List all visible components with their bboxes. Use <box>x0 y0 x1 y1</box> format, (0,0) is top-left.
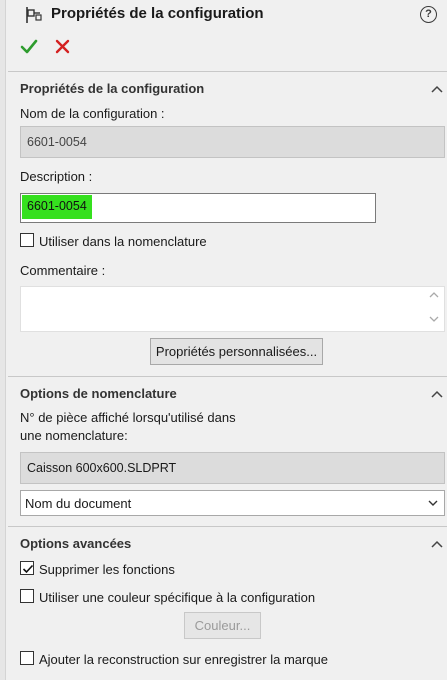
section-divider <box>8 71 447 72</box>
part-number-source-select[interactable]: Nom du document <box>20 490 445 516</box>
ok-checkmark-icon[interactable] <box>20 38 38 56</box>
part-number-field: Caisson 600x600.SLDPRT <box>20 452 445 484</box>
description-input[interactable]: 6601-0054 <box>20 193 376 223</box>
chevron-down-icon <box>428 500 438 506</box>
custom-properties-button[interactable]: Propriétés personnalisées... <box>150 338 323 365</box>
select-value: Nom du document <box>25 496 132 511</box>
config-name-field: 6601-0054 <box>20 126 445 158</box>
panel-title: Propriétés de la configuration <box>51 5 264 22</box>
color-button[interactable]: Couleur... <box>184 612 261 639</box>
add-rebuild-checkbox[interactable] <box>20 651 34 665</box>
left-panel-edge <box>0 0 6 680</box>
help-icon[interactable]: ? <box>420 6 437 23</box>
suppress-features-label: Supprimer les fonctions <box>39 562 175 577</box>
section-divider <box>8 376 447 377</box>
bom-section-title: Options de nomenclature <box>20 386 177 401</box>
comment-textarea[interactable] <box>20 286 445 332</box>
scroll-down-icon[interactable] <box>429 316 439 323</box>
config-name-label: Nom de la configuration : <box>20 106 165 121</box>
add-rebuild-label: Ajouter la reconstruction sur enregistre… <box>39 652 329 667</box>
use-in-bom-checkbox[interactable] <box>20 233 34 247</box>
advanced-section-title: Options avancées <box>20 536 132 551</box>
config-section-title: Propriétés de la configuration <box>20 81 205 96</box>
checkmark-icon <box>22 564 34 574</box>
use-config-color-label: Utiliser une couleur spécifique à la con… <box>39 590 316 605</box>
chevron-up-icon[interactable] <box>431 85 443 93</box>
chevron-up-icon[interactable] <box>431 390 443 398</box>
section-divider <box>8 526 447 527</box>
use-config-color-checkbox[interactable] <box>20 589 34 603</box>
suppress-features-checkbox[interactable] <box>20 561 34 575</box>
configuration-icon <box>26 7 42 23</box>
description-selected-text: 6601-0054 <box>22 195 92 219</box>
comment-label: Commentaire : <box>20 263 106 278</box>
part-number-label-line2: une nomenclature: <box>20 428 128 443</box>
cancel-x-icon[interactable] <box>55 39 70 54</box>
part-number-label-line1: N° de pièce affiché lorsqu'utilisé dans <box>20 410 236 425</box>
use-in-bom-label: Utiliser dans la nomenclature <box>39 234 207 249</box>
description-label: Description : <box>20 169 93 184</box>
property-manager-header: Propriétés de la configuration ? <box>0 0 447 72</box>
scroll-up-icon[interactable] <box>429 291 439 298</box>
chevron-up-icon[interactable] <box>431 540 443 548</box>
